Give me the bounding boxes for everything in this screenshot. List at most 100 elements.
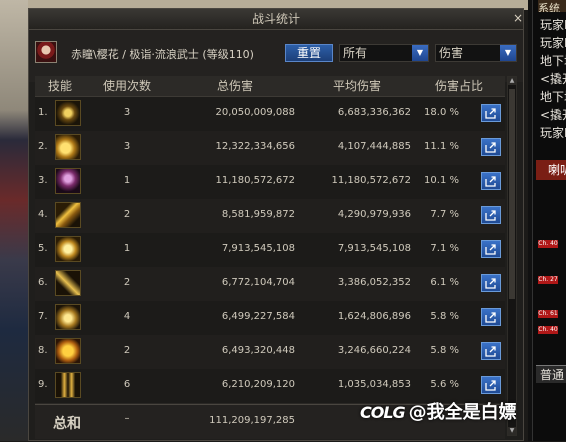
chat-line: 玩家D (540, 18, 566, 32)
channel-tag: Ch. 40 (538, 326, 558, 334)
row-damage-share: 7.1 % (430, 243, 459, 254)
row-damage-share: 5.6 % (430, 379, 459, 390)
channel-tag: Ch. 27 (538, 276, 558, 284)
share-icon[interactable] (481, 274, 501, 292)
row-total-damage: 11,180,572,672 (215, 175, 295, 186)
chat-line: 玩家D (540, 36, 566, 50)
close-icon[interactable]: × (511, 11, 525, 25)
row-avg-damage: 1,035,034,853 (337, 379, 411, 390)
table-row[interactable]: 5. 1 7,913,545,108 7,913,545,108 7.1 % (35, 233, 505, 268)
row-total-damage: 20,050,009,088 (215, 107, 295, 118)
total-uses: – (124, 413, 130, 424)
chat-line: <撬开 (540, 72, 566, 86)
skill-icon (55, 100, 81, 126)
row-damage-share: 6.1 % (430, 277, 459, 288)
row-total-damage: 7,913,545,108 (221, 243, 295, 254)
reset-button[interactable]: 重置 (285, 44, 333, 62)
scroll-up-icon[interactable]: ▲ (508, 77, 516, 85)
header-uses[interactable]: 使用次数 (85, 76, 169, 97)
row-uses: 1 (123, 175, 131, 186)
share-icon[interactable] (481, 240, 501, 258)
window-titlebar[interactable]: 战斗统计 (29, 9, 523, 30)
row-damage-share: 7.7 % (430, 209, 459, 220)
header-avg-damage[interactable]: 平均伤害 (301, 76, 413, 97)
header-skill[interactable]: 技能 (35, 76, 85, 97)
row-damage-share: 18.0 % (424, 107, 459, 118)
row-avg-damage: 3,386,052,352 (337, 277, 411, 288)
chevron-down-icon: ▼ (500, 45, 516, 61)
scroll-thumb[interactable] (509, 89, 515, 299)
table-row[interactable]: 7. 4 6,499,227,584 1,624,806,896 5.8 % (35, 301, 505, 336)
skill-icon (55, 236, 81, 262)
row-avg-damage: 6,683,336,362 (337, 107, 411, 118)
scroll-down-icon[interactable]: ▼ (508, 427, 516, 435)
chat-header-normal[interactable]: 普通 (536, 365, 566, 383)
chat-line: 玩家D (540, 126, 566, 140)
skill-icon (55, 168, 81, 194)
table-row[interactable]: 2. 3 12,322,334,656 4,107,444,885 11.1 % (35, 131, 505, 166)
table-row[interactable]: 4. 2 8,581,959,872 4,290,979,936 7.7 % (35, 199, 505, 234)
row-uses: 3 (123, 141, 131, 152)
row-total-damage: 6,210,209,120 (221, 379, 295, 390)
chat-line: 地下城 (540, 90, 566, 104)
character-name: 赤瞳\樱花 / 极诣·流浪武士 (等级110) (71, 48, 254, 61)
channel-tag: Ch. 61 (538, 310, 558, 318)
table-row[interactable]: 8. 2 6,493,320,448 3,246,660,224 5.8 % (35, 335, 505, 370)
row-total-damage: 6,493,320,448 (221, 345, 295, 356)
row-total-damage: 8,581,959,872 (221, 209, 295, 220)
row-uses: 2 (123, 277, 131, 288)
metric-filter-select[interactable]: 伤害 ▼ (435, 44, 517, 62)
character-header: 赤瞳\樱花 / 极诣·流浪武士 (等级110) 重置 所有 ▼ 伤害 ▼ (29, 30, 523, 82)
chat-header-horn[interactable]: 喇叭 (536, 160, 566, 180)
row-uses: 2 (123, 209, 131, 220)
table-scrollbar[interactable]: ▲ ▼ (507, 76, 517, 436)
target-filter-select[interactable]: 所有 ▼ (339, 44, 429, 62)
share-icon[interactable] (481, 342, 501, 360)
row-index: 5. (38, 243, 48, 254)
header-damage-share[interactable]: 伤害占比 (413, 76, 505, 97)
row-damage-share: 5.8 % (430, 345, 459, 356)
colg-logo: COLG (360, 403, 406, 422)
total-label: 总和 (53, 416, 81, 432)
header-total-damage[interactable]: 总伤害 (169, 76, 301, 97)
row-uses: 2 (123, 345, 131, 356)
target-filter-value: 所有 (343, 46, 368, 60)
row-avg-damage: 3,246,660,224 (337, 345, 411, 356)
table-row[interactable]: 1. 3 20,050,009,088 6,683,336,362 18.0 % (35, 97, 505, 132)
avatar (35, 41, 57, 63)
row-damage-share: 11.1 % (424, 141, 459, 152)
row-uses: 4 (123, 311, 131, 322)
row-index: 4. (38, 209, 48, 220)
row-avg-damage: 4,107,444,885 (337, 141, 411, 152)
row-avg-damage: 7,913,545,108 (337, 243, 411, 254)
row-uses: 1 (123, 243, 131, 254)
table-row[interactable]: 6. 2 6,772,104,704 3,386,052,352 6.1 % (35, 267, 505, 302)
row-index: 8. (38, 345, 48, 356)
row-index: 1. (38, 107, 48, 118)
share-icon[interactable] (481, 308, 501, 326)
chat-line: 地下城 (540, 54, 566, 68)
skill-icon (55, 372, 81, 398)
table-row[interactable]: 3. 1 11,180,572,672 11,180,572,672 10.1 % (35, 165, 505, 200)
row-index: 9. (38, 379, 48, 390)
row-total-damage: 6,499,227,584 (221, 311, 295, 322)
skill-icon (55, 202, 81, 228)
share-icon[interactable] (481, 172, 501, 190)
row-index: 6. (38, 277, 48, 288)
row-index: 2. (38, 141, 48, 152)
chevron-down-icon: ▼ (412, 45, 428, 61)
share-icon[interactable] (481, 104, 501, 122)
chat-tab-system[interactable]: 系统 (538, 0, 566, 12)
row-avg-damage: 11,180,572,672 (331, 175, 411, 186)
skill-icon (55, 304, 81, 330)
skill-icon (55, 134, 81, 160)
share-icon[interactable] (481, 138, 501, 156)
share-icon[interactable] (481, 376, 501, 394)
row-damage-share: 5.8 % (430, 311, 459, 322)
row-total-damage: 12,322,334,656 (215, 141, 295, 152)
channel-tag: Ch. 40 (538, 240, 558, 248)
row-uses: 3 (123, 107, 131, 118)
skill-icon (55, 338, 81, 364)
share-icon[interactable] (481, 206, 501, 224)
row-avg-damage: 4,290,979,936 (337, 209, 411, 220)
